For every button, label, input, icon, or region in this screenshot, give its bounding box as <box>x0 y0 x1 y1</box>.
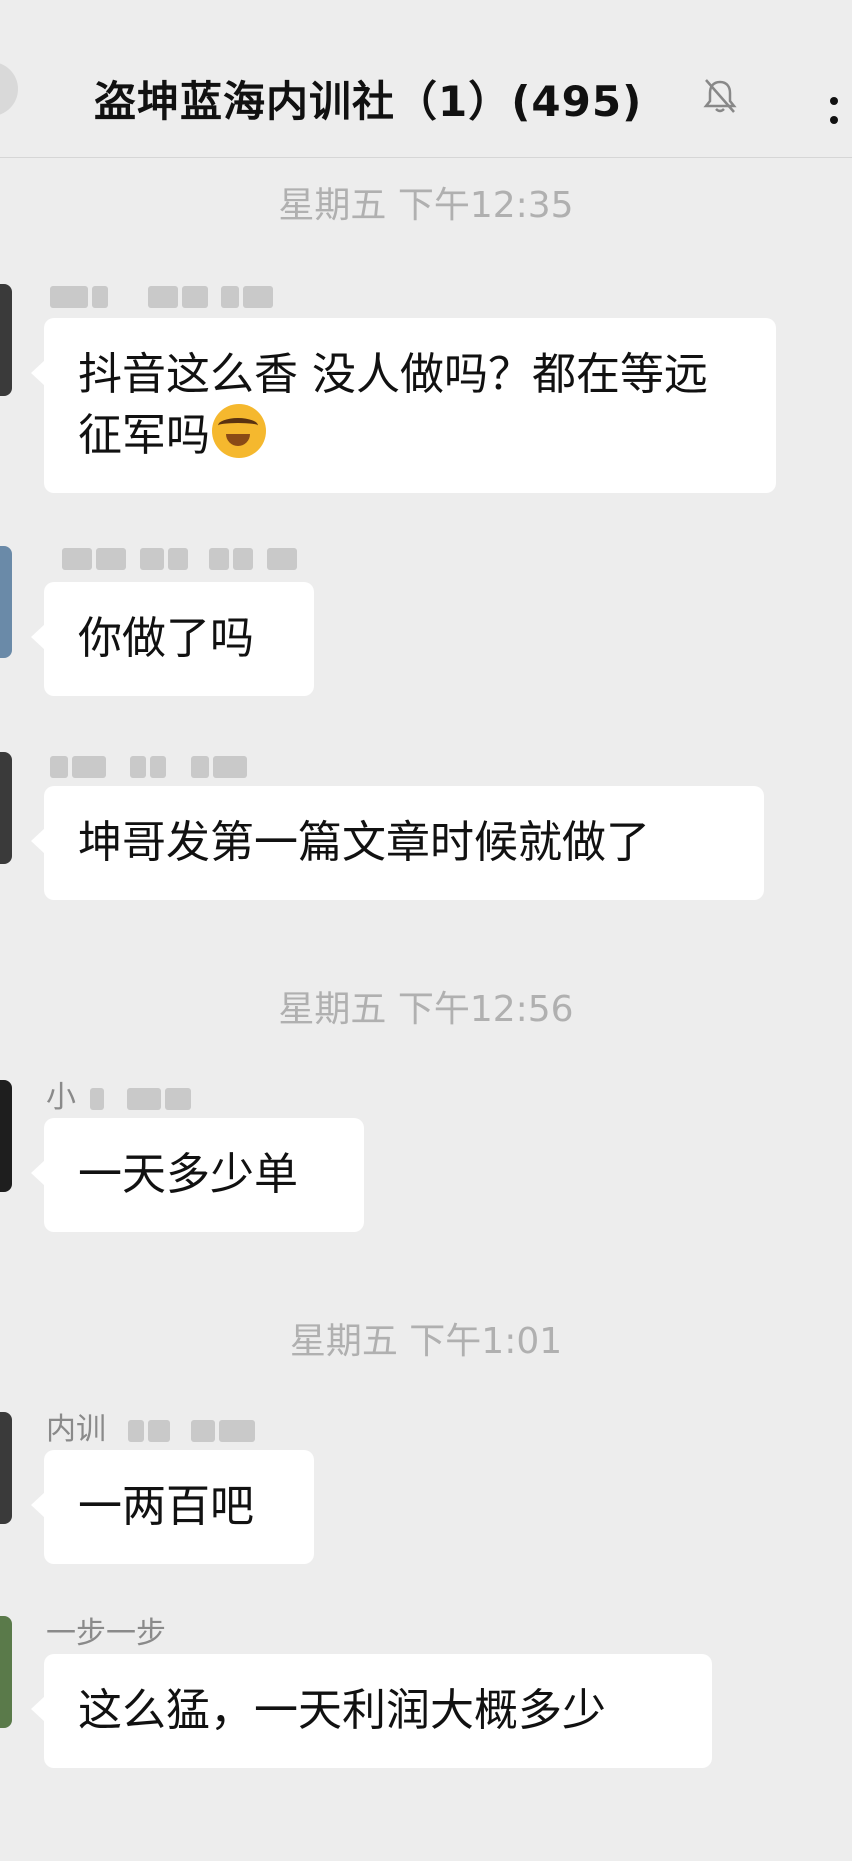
avatar[interactable] <box>0 546 12 658</box>
sender-name: 一步一步 <box>46 1616 166 1651</box>
chat-header: 盗坤蓝海内训社（1）(495) <box>0 0 852 158</box>
sender-name: 小 <box>46 1072 192 1116</box>
message-bubble[interactable]: 一两百吧 <box>31 1450 314 1564</box>
back-button[interactable] <box>0 62 18 116</box>
more-dots-icon[interactable] <box>830 90 852 128</box>
timestamp: 星期五 下午12:56 <box>278 989 574 1030</box>
bell-muted-icon <box>703 79 737 113</box>
sender-name <box>46 278 274 313</box>
timestamp: 星期五 下午12:35 <box>278 185 574 226</box>
face-with-tears-of-joy-icon <box>212 404 266 458</box>
avatar[interactable] <box>0 284 12 396</box>
message-bubble[interactable]: 这么猛，一天利润大概多少 <box>31 1654 712 1768</box>
avatar[interactable] <box>0 752 12 864</box>
sender-name <box>46 540 297 575</box>
sender-name <box>46 748 248 783</box>
message-bubble[interactable]: 一天多少单 <box>31 1118 364 1232</box>
message-bubble[interactable]: 抖音这么香 没人做吗？都在等远征军吗 <box>31 318 776 493</box>
message-bubble[interactable]: 坤哥发第一篇文章时候就做了 <box>31 786 764 900</box>
sender-name: 内训 <box>46 1404 256 1448</box>
chat-title[interactable]: 盗坤蓝海内训社（1）(495) <box>94 68 642 129</box>
avatar[interactable] <box>0 1616 12 1728</box>
avatar[interactable] <box>0 1412 12 1524</box>
message-bubble[interactable]: 你做了吗 <box>31 582 314 696</box>
timestamp: 星期五 下午1:01 <box>289 1321 563 1362</box>
avatar[interactable] <box>0 1080 12 1192</box>
